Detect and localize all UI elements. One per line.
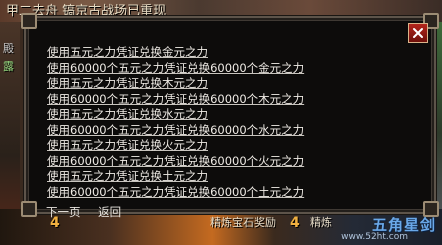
watermark-url: www.52ht.com xyxy=(341,232,408,242)
exchange-link-earth[interactable]: 使用五元之力凭证兑换土元之力 xyxy=(47,169,208,183)
exchange-link-earth-bulk[interactable]: 使用60000个五元之力凭证兑换60000个土元之力 xyxy=(47,185,304,199)
bottom-center-text: 精炼宝石奖励 xyxy=(210,216,276,229)
exchange-option-list: 使用五元之力凭证兑换金元之力 使用60000个五元之力凭证兑换60000个金元之… xyxy=(47,43,407,199)
left-side-text-2: 露 xyxy=(3,60,14,73)
dialog-footer: 下一页 返回 xyxy=(46,205,135,219)
next-page-link[interactable]: 下一页 xyxy=(46,205,81,219)
exchange-link-fire[interactable]: 使用五元之力凭证兑换火元之力 xyxy=(47,138,208,152)
back-link[interactable]: 返回 xyxy=(98,205,121,219)
exchange-link-wood[interactable]: 使用五元之力凭证兑换木元之力 xyxy=(47,76,208,90)
bottom-right-text: 精炼 xyxy=(310,216,332,229)
dialog-corner-ornament xyxy=(21,201,37,217)
exchange-link-metal[interactable]: 使用五元之力凭证兑换金元之力 xyxy=(47,45,208,59)
dialog-corner-ornament xyxy=(423,201,439,217)
bottom-number: 4 xyxy=(290,215,300,231)
close-icon xyxy=(413,28,423,38)
exchange-link-wood-bulk[interactable]: 使用60000个五元之力凭证兑换60000个木元之力 xyxy=(47,92,304,106)
exchange-link-fire-bulk[interactable]: 使用60000个五元之力凭证兑换60000个火元之力 xyxy=(47,154,304,168)
npc-dialog: 使用五元之力凭证兑换金元之力 使用60000个五元之力凭证兑换60000个金元之… xyxy=(21,13,439,219)
left-side-text: 殿 xyxy=(3,42,14,55)
close-button[interactable] xyxy=(408,23,428,43)
exchange-link-metal-bulk[interactable]: 使用60000个五元之力凭证兑换60000个金元之力 xyxy=(47,61,304,75)
dialog-corner-ornament xyxy=(21,13,37,29)
exchange-link-water[interactable]: 使用五元之力凭证兑换水元之力 xyxy=(47,107,208,121)
exchange-link-water-bulk[interactable]: 使用60000个五元之力凭证兑换60000个水元之力 xyxy=(47,123,304,137)
